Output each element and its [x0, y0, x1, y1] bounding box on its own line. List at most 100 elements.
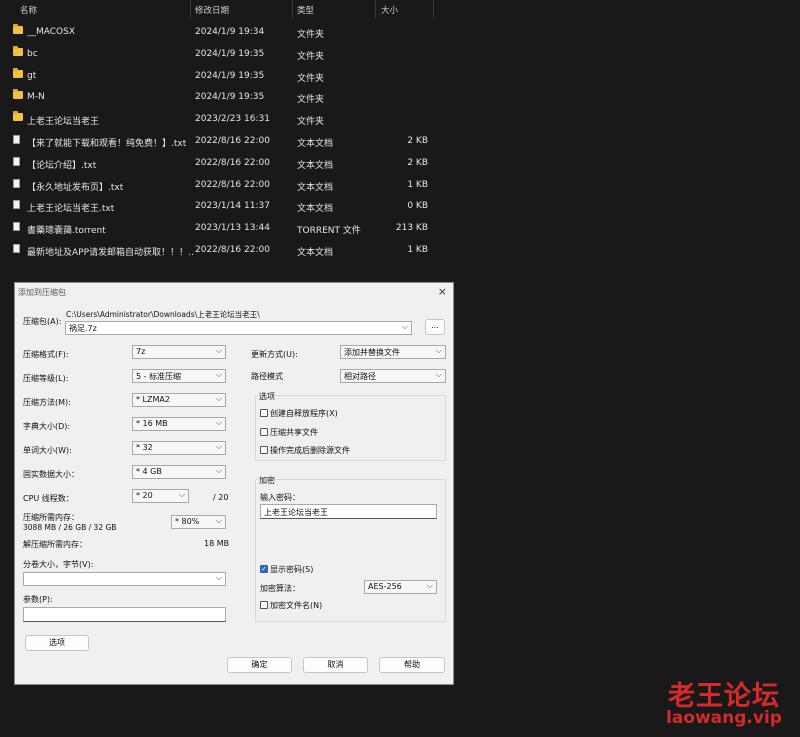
word-select[interactable]: * 32 ⌵ — [132, 441, 226, 455]
solid-label: 固实数据大小： — [23, 470, 79, 479]
archive-name-value: 祸足.7z — [69, 324, 97, 333]
folder-icon — [13, 45, 23, 56]
file-icon — [13, 222, 20, 232]
method-value: * LZMA2 — [136, 395, 170, 404]
folder-icon — [13, 111, 23, 122]
chevron-down-icon: ⌵ — [215, 346, 222, 355]
delete-after-checkbox[interactable] — [260, 446, 268, 454]
word-label: 单词大小(W): — [23, 446, 72, 455]
password-label: 输入密码： — [260, 493, 300, 502]
file-explorer: 名称 修改日期 类型 大小 __MACOSX 2024/1/9 19:34 文件夹 b… — [0, 0, 800, 282]
file-name: 【永久地址发布页】.txt — [27, 182, 124, 193]
file-type: 文件夹 — [297, 30, 325, 40]
chevron-down-icon: ⌵ — [401, 322, 408, 331]
file-list-row[interactable]: 最新地址及APP请发邮箱自动获取！！！… 2022/8/16 22:00 文本文档 1… — [8, 240, 434, 260]
dict-select[interactable]: * 16 MB ⌵ — [132, 417, 226, 431]
file-list-row[interactable]: gt 2024/1/9 19:35 文件夹 — [8, 66, 434, 86]
file-list-row[interactable]: M-N 2024/1/9 19:35 文件夹 — [8, 87, 434, 107]
help-button[interactable]: 帮助 — [379, 657, 445, 673]
folder-icon — [13, 24, 23, 34]
chevron-down-icon: ⌵ — [215, 573, 222, 582]
file-type: 文本文档 — [297, 160, 334, 171]
split-combo[interactable]: ⌵ — [23, 572, 226, 586]
chevron-down-icon: ⌵ — [178, 490, 185, 499]
text-file-icon — [13, 156, 20, 166]
file-type: 文本文档 — [297, 204, 334, 215]
text-file-icon — [13, 200, 20, 210]
column-divider[interactable] — [433, 0, 434, 18]
file-date: 2024/1/9 19:35 — [195, 92, 265, 103]
column-header-type[interactable]: 类型 — [297, 4, 314, 16]
file-list-row[interactable]: 【来了就能下载和观看！纯免费！】.txt 2022/8/16 22:00 文本文档 2… — [8, 131, 434, 151]
file-date: 2023/1/13 13:44 — [195, 223, 270, 234]
text-file-icon — [13, 178, 20, 188]
file-list-row[interactable]: 書藥璁嚢藹.torrent 2023/1/13 13:44 TORRENT 文件 21… — [8, 218, 434, 238]
encryption-group-title: 加密 — [258, 475, 276, 486]
file-date: 2022/8/16 22:00 — [195, 179, 270, 190]
word-value: * 32 — [136, 443, 153, 452]
add-to-archive-dialog: 添加到压缩包 × 压缩包(A): C:\Users\Administrator\… — [14, 282, 454, 685]
sfx-checkbox[interactable] — [260, 409, 268, 417]
file-type: 文本文档 — [297, 248, 334, 258]
file-name: 【来了就能下载和观看！纯免费！】.txt — [27, 139, 187, 149]
update-label: 更新方式(U): — [251, 350, 298, 359]
folder-icon — [13, 89, 23, 100]
decomp-mem-label: 解压缩所需内存： — [23, 540, 87, 549]
update-value: 添加并替换文件 — [344, 348, 400, 357]
params-input[interactable] — [23, 607, 226, 622]
file-date: 2024/1/9 19:35 — [195, 70, 265, 81]
column-divider[interactable] — [292, 0, 293, 18]
column-divider[interactable] — [190, 0, 191, 18]
cpu-select[interactable]: * 20 ⌵ — [132, 489, 189, 503]
column-header-date[interactable]: 修改日期 — [195, 4, 229, 16]
update-select[interactable]: 添加并替换文件 ⌵ — [340, 345, 446, 359]
file-name: gt — [27, 70, 37, 81]
mem-label: 压缩所需内存： — [23, 513, 79, 522]
file-date: 2023/2/23 16:31 — [195, 114, 270, 125]
archive-name-combo[interactable]: 祸足.7z ⌵ — [65, 321, 412, 335]
file-date: 2024/1/9 19:34 — [195, 27, 265, 37]
show-password-checkbox[interactable]: ✓ — [260, 565, 268, 573]
file-type: 文件夹 — [297, 73, 325, 84]
ok-button[interactable]: 确定 — [227, 657, 292, 673]
method-select[interactable]: * LZMA2 ⌵ — [132, 393, 226, 407]
path-value: 相对路径 — [344, 372, 376, 381]
file-list-row[interactable]: 【论坛介绍】.txt 2022/8/16 22:00 文本文档 2 KB — [8, 153, 434, 173]
split-label: 分卷大小，字节(V): — [23, 560, 94, 569]
column-header-name[interactable]: 名称 — [20, 4, 37, 16]
archive-label: 压缩包(A): — [23, 317, 62, 326]
solid-select[interactable]: * 4 GB ⌵ — [132, 465, 226, 479]
cancel-button[interactable]: 取消 — [303, 657, 368, 673]
chevron-down-icon: ⌵ — [215, 442, 222, 451]
level-select[interactable]: 5 - 标准压缩 ⌵ — [132, 369, 226, 383]
options-group-title: 选项 — [258, 391, 276, 402]
file-list-row[interactable]: 上老王论坛当老王 2023/2/23 16:31 文件夹 — [8, 109, 434, 129]
chevron-down-icon: ⌵ — [435, 370, 442, 379]
archive-path: C:\Users\Administrator\Downloads\上老王论坛当老… — [66, 310, 260, 319]
enc-method-select[interactable]: AES-256 ⌵ — [364, 580, 437, 594]
browse-button[interactable]: ... — [425, 319, 445, 335]
close-icon[interactable]: × — [438, 285, 447, 298]
file-list-row[interactable]: bc 2024/1/9 19:35 文件夹 — [8, 44, 434, 64]
mem-percent-select[interactable]: * 80% ⌵ — [171, 515, 226, 529]
column-divider[interactable] — [375, 0, 376, 18]
encrypt-names-label: 加密文件名(N) — [270, 601, 323, 610]
chevron-down-icon: ⌵ — [215, 418, 222, 427]
shared-checkbox[interactable] — [260, 428, 268, 436]
watermark-domain: laowang.vip — [666, 708, 782, 728]
column-header-size[interactable]: 大小 — [381, 4, 398, 16]
file-list-row[interactable]: __MACOSX 2024/1/9 19:34 文件夹 — [8, 22, 434, 42]
password-input[interactable]: 上老王论坛当老王 — [260, 504, 437, 519]
file-date: 2023/1/14 11:37 — [195, 201, 270, 212]
dict-label: 字典大小(D): — [23, 422, 71, 431]
file-name: bc — [27, 48, 38, 59]
chevron-down-icon: ⌵ — [215, 516, 222, 525]
file-list-row[interactable]: 上老王论坛当老王.txt 2023/1/14 11:37 文本文档 0 KB — [8, 196, 434, 216]
format-select[interactable]: 7z ⌵ — [132, 345, 226, 359]
path-select[interactable]: 相对路径 ⌵ — [340, 369, 446, 383]
encrypt-names-checkbox[interactable] — [260, 601, 268, 609]
file-list-row[interactable]: 【永久地址发布页】.txt 2022/8/16 22:00 文本文档 1 KB — [8, 175, 434, 195]
file-size: 213 KB — [395, 223, 428, 234]
text-file-icon — [13, 135, 20, 144]
options-button[interactable]: 选项 — [25, 635, 89, 651]
